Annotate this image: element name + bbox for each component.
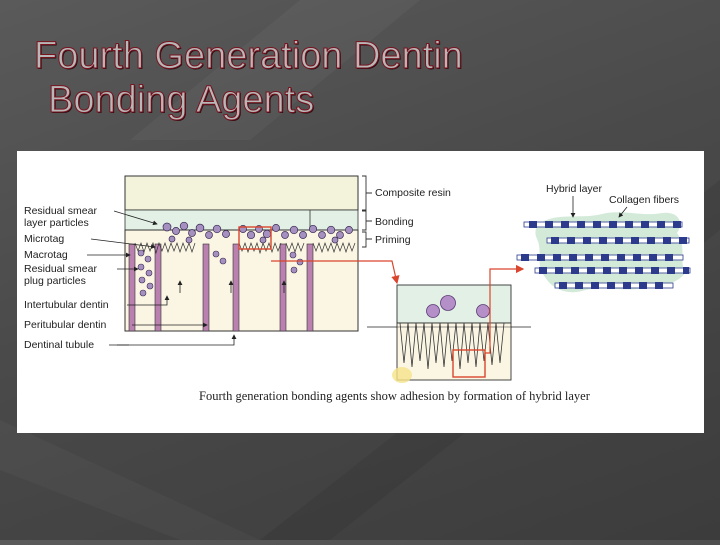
hybrid-layer-inset: Hybrid layer Collagen fibers: [516, 183, 691, 293]
main-block: [124, 175, 359, 332]
label-macrotag: Macrotag: [24, 249, 68, 261]
label-microtag: Microtag: [24, 233, 64, 245]
label-composite-resin: Composite resin: [375, 187, 451, 199]
detail-block: [367, 284, 531, 383]
label-layer-particles: layer particles: [24, 217, 89, 229]
label-hybrid-layer: Hybrid layer: [546, 183, 603, 195]
label-bonding: Bonding: [375, 216, 414, 228]
title-line-2: Bonding Agents: [48, 79, 315, 122]
title-line-1: Fourth Generation Dentin: [34, 35, 464, 78]
label-priming: Priming: [375, 234, 411, 246]
layer-brackets: [362, 175, 372, 248]
slide-title: Fourth Generation Dentin Bonding Agents: [34, 34, 464, 122]
label-peritubular-dentin: Peritubular dentin: [24, 319, 106, 331]
figure-caption: Fourth generation bonding agents show ad…: [199, 389, 591, 403]
label-dentinal-tubule: Dentinal tubule: [24, 339, 94, 351]
left-labels: Residual smear layer particles Microtag …: [24, 205, 109, 351]
label-intertubular-dentin: Intertubular dentin: [24, 299, 109, 311]
label-residual-smear-2: Residual smear: [24, 263, 97, 275]
label-plug-particles: plug particles: [24, 275, 86, 287]
bonding-diagram: Composite resin Bonding Priming Residual…: [17, 151, 704, 433]
label-residual-smear-1: Residual smear: [24, 205, 97, 217]
label-collagen-fibers: Collagen fibers: [609, 194, 679, 206]
